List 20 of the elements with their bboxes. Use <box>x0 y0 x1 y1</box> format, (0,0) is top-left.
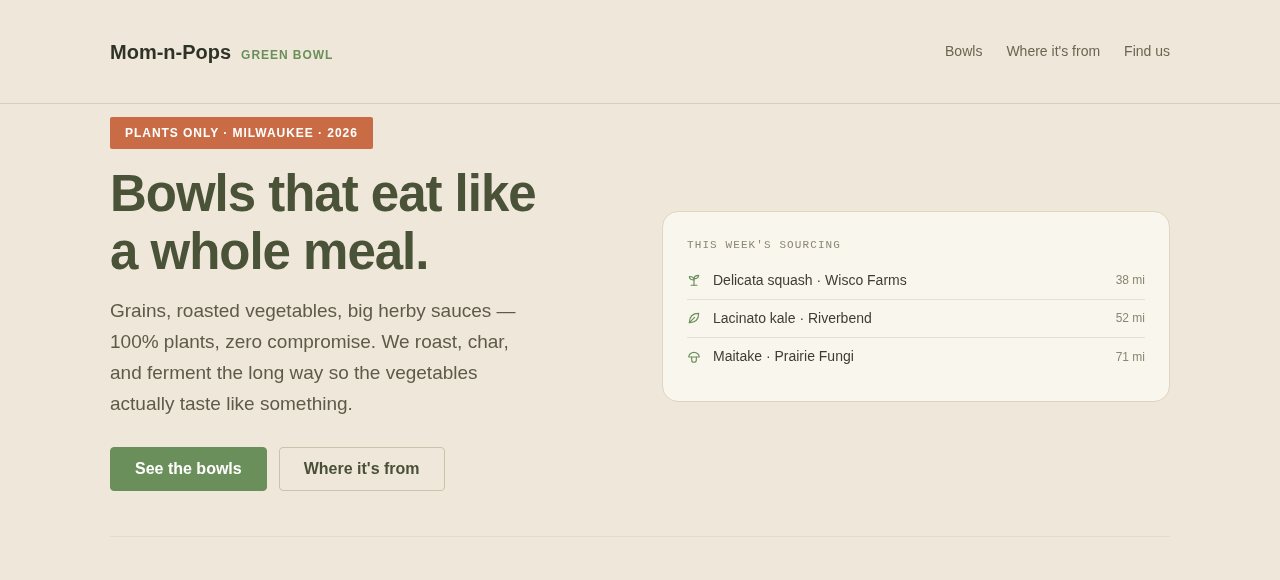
nav-link[interactable]: Where it's from <box>1006 41 1101 62</box>
source-distance: 71 mi <box>1115 348 1145 366</box>
hero-description: Grains, roasted vegetables, big herby sauces — 100% plants, zero compromise. We roast, char, and ferment the long way so the vegetables actually taste like something. <box>110 299 517 416</box>
nav-link[interactable]: Find us <box>1124 41 1170 62</box>
tag-badge: PLANTS ONLY · MILWAUKEE · 2026 <box>110 117 373 149</box>
brand-name[interactable]: Mom-n-Pops <box>110 36 232 67</box>
nav-link[interactable]: Bowls <box>945 41 983 62</box>
card-title: THIS WEEK'S SOURCING <box>687 238 843 253</box>
source-distance: 38 mi <box>1115 272 1145 289</box>
source-name: Lacinato kale · Riverbend <box>713 308 872 328</box>
leaf-icon <box>687 311 701 325</box>
source-name: Maitake · Prairie Fungi <box>713 347 854 366</box>
origin-button[interactable]: Where it's from <box>278 447 445 491</box>
source-name: Delicata squash · Wisco Farms <box>713 270 907 290</box>
source-distance: 52 mi <box>1115 310 1145 327</box>
brand-tagline: GREEN BOWL <box>241 46 334 64</box>
hero-headline: Bowls that eat like a whole meal. <box>110 165 537 281</box>
sprout-icon <box>687 273 701 287</box>
see-bowls-button[interactable]: See the bowls <box>110 447 267 491</box>
mushroom-icon <box>687 349 701 364</box>
